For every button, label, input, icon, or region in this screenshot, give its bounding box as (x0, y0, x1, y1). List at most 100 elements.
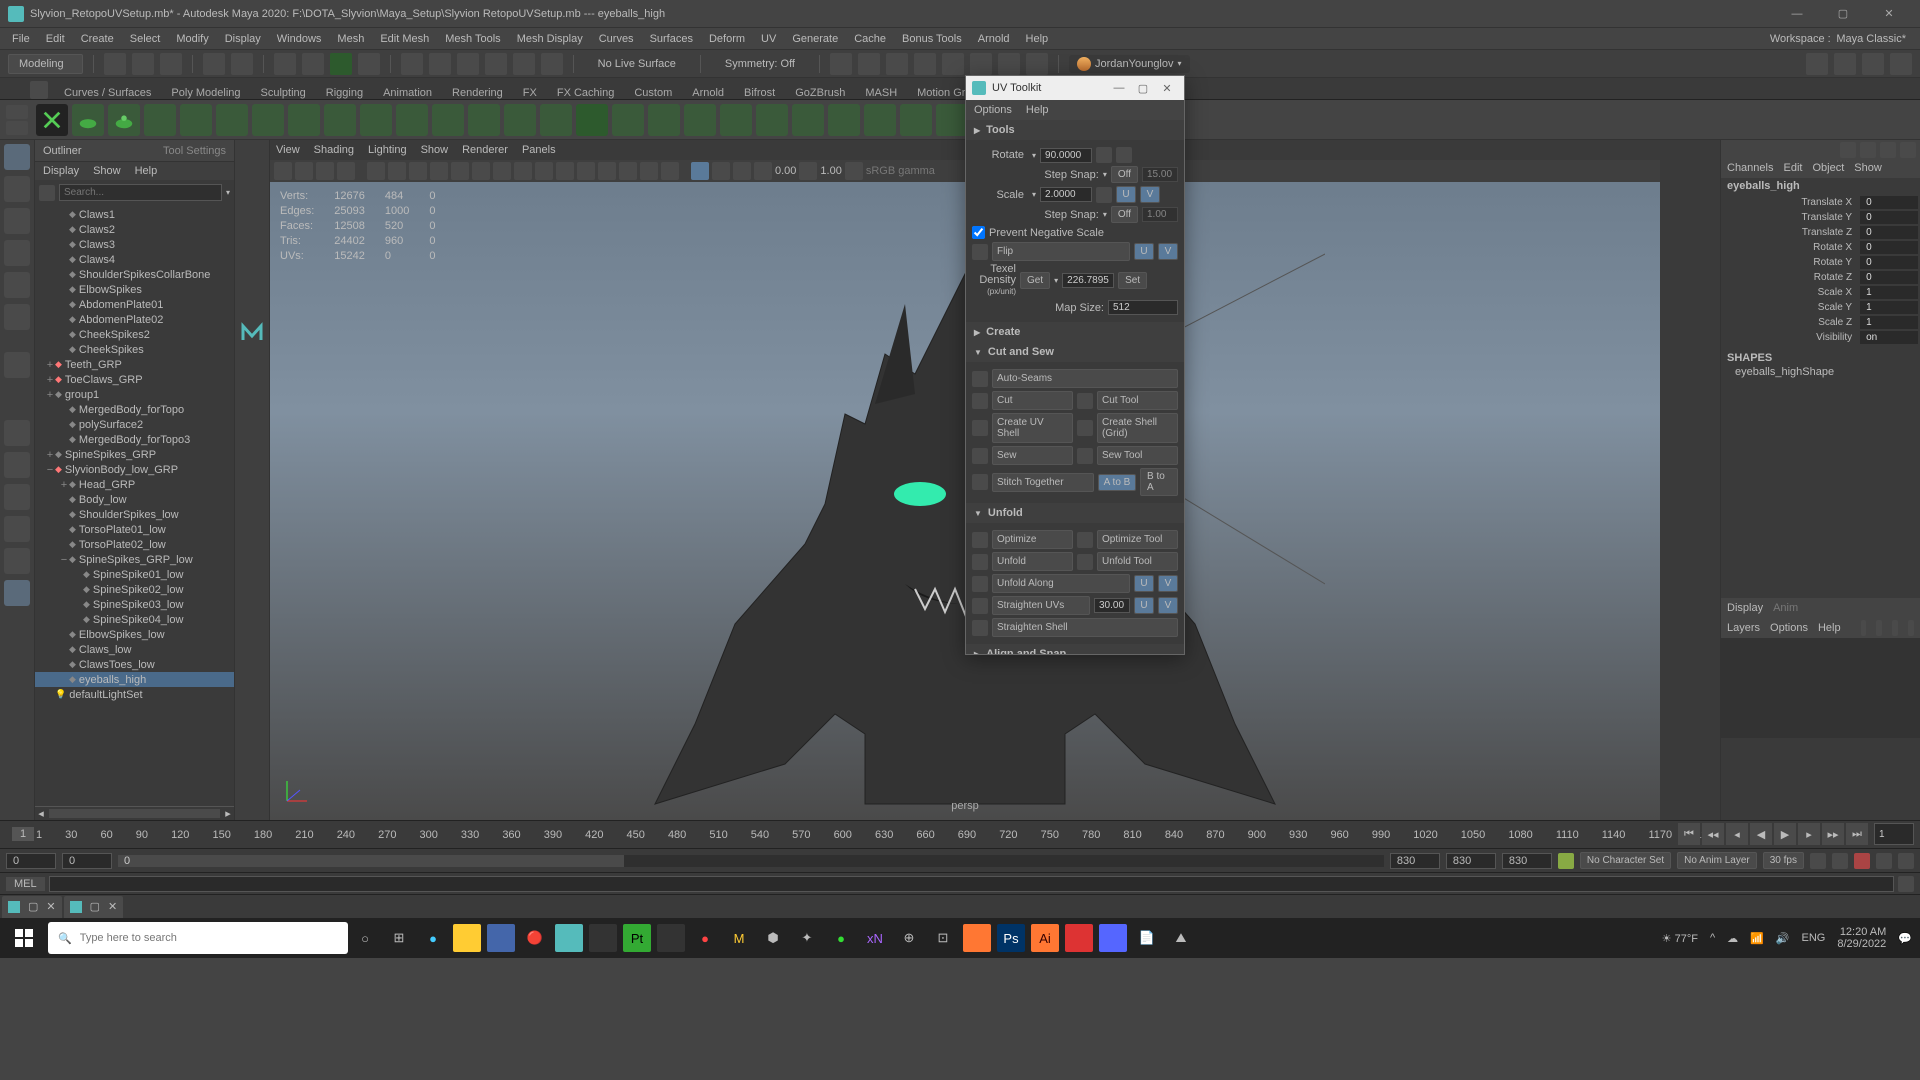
tool-settings-tab[interactable]: Tool Settings (163, 145, 226, 157)
xgen-16-icon[interactable] (612, 104, 644, 136)
store-icon[interactable] (487, 924, 515, 952)
vp-camera-icon[interactable] (274, 162, 292, 180)
shelf-tab-poly-modeling[interactable]: Poly Modeling (161, 84, 250, 102)
photoshop-icon[interactable]: Ps (997, 924, 1025, 952)
system-tray[interactable]: ☀ 77°F ^ ☁ 📶 🔊 ENG 12:20 AM8/29/2022 💬 (1662, 926, 1920, 950)
anim-layer-dropdown[interactable]: No Anim Layer (1677, 852, 1757, 869)
shelf-tab-animation[interactable]: Animation (373, 84, 442, 102)
uv-min-button[interactable]: — (1108, 82, 1130, 94)
uv-create-section[interactable]: ▶Create (966, 322, 1184, 342)
outliner-item-Head_GRP[interactable]: +◆Head_GRP (35, 477, 234, 492)
app-5-icon[interactable]: ⊕ (895, 924, 923, 952)
flip-icon[interactable] (972, 244, 988, 260)
shelf-tab-arnold[interactable]: Arnold (682, 84, 734, 102)
outliner-item-Claws_low[interactable]: ◆Claws_low (35, 642, 234, 657)
xgen-create-icon[interactable] (72, 104, 104, 136)
spotify-icon[interactable]: ● (827, 924, 855, 952)
xgen-12-icon[interactable] (468, 104, 500, 136)
shelf-tab-rigging[interactable]: Rigging (316, 84, 373, 102)
optimizetool-button[interactable]: Optimize Tool (1097, 530, 1178, 549)
xgen-2-icon[interactable] (108, 104, 140, 136)
scale-input[interactable] (1040, 187, 1092, 202)
range-track[interactable]: 0 (118, 855, 1384, 867)
outliner-item-Teeth_GRP[interactable]: +◆Teeth_GRP (35, 357, 234, 372)
current-frame-field[interactable] (1874, 823, 1914, 845)
uv-unfold-section[interactable]: ▼Unfold (966, 503, 1184, 523)
shelf-tab-gozbrush[interactable]: GoZBrush (785, 84, 855, 102)
chan-icon-3[interactable] (1880, 142, 1896, 158)
step-back-key-button[interactable]: ◂◂ (1702, 823, 1724, 845)
menu-mesh-display[interactable]: Mesh Display (509, 31, 591, 47)
ipr-icon[interactable] (886, 53, 908, 75)
shape-node[interactable]: eyeballs_highShape (1721, 366, 1920, 378)
menu-mesh[interactable]: Mesh (329, 31, 372, 47)
layout-2h[interactable] (4, 484, 30, 510)
xgen-22-icon[interactable] (828, 104, 860, 136)
app-3-icon[interactable]: M (725, 924, 753, 952)
shelf-tab-rendering[interactable]: Rendering (442, 84, 513, 102)
optimize-button[interactable]: Optimize (992, 530, 1073, 549)
outliner-item-SpineSpikes_GRP[interactable]: +◆SpineSpikes_GRP (35, 447, 234, 462)
outliner-search[interactable] (59, 184, 222, 201)
outliner-filter-icon[interactable] (39, 185, 55, 201)
xgen-18-icon[interactable] (684, 104, 716, 136)
vp-res-icon[interactable] (409, 162, 427, 180)
workspace-dropdown[interactable]: Maya Classic* (1836, 33, 1906, 45)
redo-icon[interactable] (231, 53, 253, 75)
layer-new-icon[interactable] (1861, 620, 1867, 636)
vp-colorspace[interactable]: sRGB gamma (866, 165, 935, 177)
xgen-21-icon[interactable] (792, 104, 824, 136)
snap-point-icon[interactable] (429, 53, 451, 75)
menu-modify[interactable]: Modify (168, 31, 216, 47)
start-button[interactable] (0, 918, 48, 958)
xgen-25-icon[interactable] (936, 104, 968, 136)
xgen-17-icon[interactable] (648, 104, 680, 136)
save-scene-icon[interactable] (160, 53, 182, 75)
creategrid-button[interactable]: Create Shell (Grid) (1097, 413, 1178, 443)
scale-snap-value[interactable] (1142, 207, 1178, 222)
channels-object[interactable]: Object (1812, 162, 1844, 174)
hypershade-icon[interactable] (942, 53, 964, 75)
vp-tex-icon[interactable] (472, 162, 490, 180)
range-end-inner[interactable] (1390, 853, 1440, 869)
menu-edit[interactable]: Edit (38, 31, 73, 47)
unfoldalong-u[interactable]: U (1134, 575, 1154, 592)
vp-xrayj-icon[interactable] (661, 162, 679, 180)
uv-toolkit-window[interactable]: UV Toolkit — ▢ ✕ Options Help ▶Tools Rot… (965, 75, 1185, 655)
layer-down-icon[interactable] (1892, 620, 1898, 636)
channels-show[interactable]: Show (1854, 162, 1882, 174)
stitch-atob-button[interactable]: A to B (1098, 474, 1136, 491)
menu-surfaces[interactable]: Surfaces (642, 31, 701, 47)
layers-help[interactable]: Help (1818, 622, 1841, 634)
light-editor-icon[interactable] (970, 53, 992, 75)
select-mode-icon[interactable] (274, 53, 296, 75)
shelf-tab-custom[interactable]: Custom (624, 84, 682, 102)
vp-cm-icon[interactable] (845, 162, 863, 180)
select-tool[interactable] (4, 144, 30, 170)
vp-gamma2-icon[interactable] (799, 162, 817, 180)
app-4-icon[interactable]: ✦ (793, 924, 821, 952)
createshell-button[interactable]: Create UV Shell (992, 413, 1073, 443)
new-scene-icon[interactable] (104, 53, 126, 75)
character-set-dropdown[interactable]: No Character Set (1580, 852, 1671, 869)
fps-dropdown[interactable]: 30 fps (1763, 852, 1804, 869)
sidebar-toggle-4-icon[interactable] (1890, 53, 1912, 75)
flip-u-button[interactable]: U (1134, 243, 1154, 260)
straighten-u[interactable]: U (1134, 597, 1154, 614)
vp-2d-icon[interactable] (337, 162, 355, 180)
unfoldtool-button[interactable]: Unfold Tool (1097, 552, 1178, 571)
snap-live-icon[interactable] (485, 53, 507, 75)
unfoldalong-button[interactable]: Unfold Along (992, 574, 1130, 593)
uv-tools-section[interactable]: ▶Tools (966, 120, 1184, 140)
zbrush-icon[interactable] (589, 924, 617, 952)
vp-expose-icon[interactable] (691, 162, 709, 180)
outliner-item-ClawsToes_low[interactable]: ◆ClawsToes_low (35, 657, 234, 672)
outliner-display-menu[interactable]: Display (43, 165, 79, 177)
vp-image-icon[interactable] (316, 162, 334, 180)
volume-icon[interactable]: 🔊 (1776, 932, 1790, 945)
menu-file[interactable]: File (4, 31, 38, 47)
sewtool-button[interactable]: Sew Tool (1097, 446, 1178, 465)
vp-view-icon[interactable] (733, 162, 751, 180)
outliner-tree[interactable]: ◆Claws1◆Claws2◆Claws3◆Claws4◆ShoulderSpi… (35, 205, 234, 806)
onedrive-icon[interactable]: ☁ (1727, 932, 1738, 945)
